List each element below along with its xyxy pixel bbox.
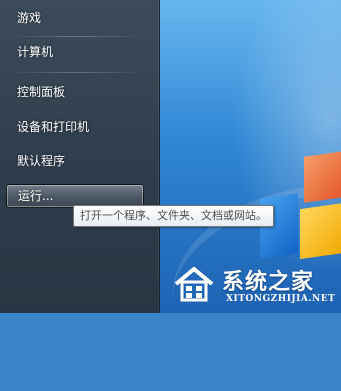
logo-pane-yellow [300, 202, 341, 260]
watermark-title: 系统之家 [222, 270, 315, 295]
watermark-subtitle: XITONGZHIJIA.NET [226, 294, 336, 304]
logo-pane-red [304, 151, 341, 203]
menu-item-default-programs[interactable]: 默认程序 [6, 149, 144, 173]
run-tooltip: 打开一个程序、文件夹、文档或网站。 [73, 205, 274, 227]
menu-item-devices-printers[interactable]: 设备和打印机 [6, 115, 144, 139]
menu-separator [8, 36, 146, 37]
menu-item-computer[interactable]: 计算机 [6, 40, 144, 64]
house-logo-icon [174, 267, 214, 302]
start-menu-right-pane: 游戏 计算机 控制面板 设备和打印机 默认程序 运行... [0, 0, 160, 313]
windows-logo-icon [260, 150, 341, 270]
menu-item-control-panel[interactable]: 控制面板 [6, 80, 144, 104]
menu-separator [8, 72, 146, 73]
site-watermark: 系统之家 XITONGZHIJIA.NET [168, 262, 341, 312]
menu-item-games[interactable]: 游戏 [6, 6, 144, 30]
